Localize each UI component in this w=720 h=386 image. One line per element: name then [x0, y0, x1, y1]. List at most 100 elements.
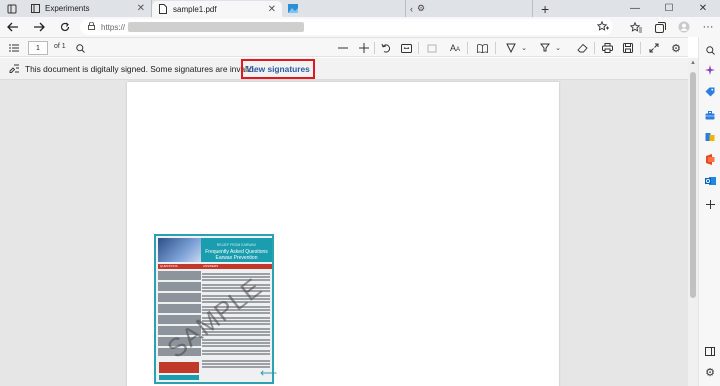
brochure-questions-header: QUESTIONS: [158, 264, 201, 269]
settings-gear-icon[interactable]: ⚙: [668, 40, 684, 56]
rotate-icon[interactable]: [378, 40, 394, 56]
search-icon[interactable]: [704, 44, 716, 56]
outlook-icon[interactable]: [704, 175, 716, 187]
tab-label: sample1.pdf: [173, 4, 217, 14]
chevron-down-icon[interactable]: ⌄: [550, 40, 566, 56]
brochure-image: RELIEF FROM EARWAX Frequently Asked Ques…: [154, 234, 274, 384]
toolbar-divider: [467, 42, 468, 54]
hide-sidebar-icon[interactable]: [704, 345, 716, 357]
tab-strip: Experiments ✕ sample1.pdf ✕ ‹ ⚙ + — ☐ ✕: [0, 0, 720, 17]
tab-actions-button[interactable]: [0, 0, 24, 17]
collections-icon[interactable]: [648, 21, 672, 33]
forward-button[interactable]: [26, 17, 52, 37]
scroll-up-icon[interactable]: ▲: [690, 60, 696, 66]
maximize-icon[interactable]: ☐: [652, 3, 686, 14]
brochure-answer-line: [202, 360, 270, 362]
tab-actions-icon: [7, 4, 17, 13]
tab-label: Experiments: [45, 4, 90, 13]
refresh-icon: [60, 22, 70, 32]
brochure-answer-line: [202, 363, 270, 365]
pdf-toolbar: 1 of 1 AA ⌄ ⌄ ⚙: [0, 37, 688, 57]
zoom-out-icon[interactable]: [335, 40, 351, 56]
pdf-viewport: RELIEF FROM EARWAX Frequently Asked Ques…: [0, 80, 688, 386]
brochure-title: RELIEF FROM EARWAX Frequently Asked Ques…: [201, 238, 272, 262]
gear-icon[interactable]: ⚙: [417, 3, 425, 14]
image-icon: [288, 4, 298, 14]
window-controls: — ☐ ✕: [618, 0, 720, 17]
toolbar-divider: [495, 42, 496, 54]
brochure-question-row: [158, 293, 201, 302]
tab-image[interactable]: [282, 0, 406, 17]
close-tab-icon[interactable]: ✕: [268, 4, 276, 15]
contents-icon[interactable]: [6, 40, 22, 56]
page-number-input[interactable]: 1: [28, 41, 48, 55]
tab-spacer: [429, 0, 534, 17]
close-tab-icon[interactable]: ✕: [137, 3, 145, 14]
signature-icon: [9, 63, 20, 76]
tab-experiments[interactable]: Experiments ✕: [24, 0, 152, 17]
arrow-left-icon: [7, 22, 18, 32]
more-options-icon[interactable]: ···: [696, 21, 720, 33]
fit-page-icon[interactable]: [398, 40, 414, 56]
new-tab-button[interactable]: +: [533, 0, 557, 17]
plus-icon: +: [540, 0, 550, 17]
eraser-icon[interactable]: [574, 40, 590, 56]
copilot-sparkle-icon[interactable]: [704, 64, 716, 76]
brochure-answer-line: [202, 345, 270, 347]
favorite-add-icon[interactable]: [596, 20, 609, 35]
vertical-scrollbar[interactable]: ▲: [688, 58, 698, 386]
brochure-question-row: [158, 271, 201, 280]
fullscreen-icon[interactable]: [646, 40, 662, 56]
brochure-answer-line: [202, 353, 270, 355]
sidebar-settings-icon[interactable]: ⚙: [704, 366, 716, 379]
office-icon[interactable]: [704, 153, 716, 165]
chevron-down-icon[interactable]: ⌄: [516, 40, 532, 56]
shopping-tag-icon[interactable]: [704, 86, 716, 98]
address-bar-row: https:// ···: [0, 17, 720, 37]
read-aloud-disabled-icon: [424, 40, 440, 56]
brochure-footer-bar: [159, 375, 199, 380]
pdf-page: RELIEF FROM EARWAX Frequently Asked Ques…: [127, 82, 559, 386]
toolbar-divider: [418, 42, 419, 54]
back-button[interactable]: [0, 17, 26, 37]
page-count: of 1: [54, 43, 66, 50]
lock-icon: [88, 21, 95, 33]
favorites-icon[interactable]: [624, 21, 648, 33]
brochure-question-row: [158, 282, 201, 291]
page-view-icon[interactable]: [474, 40, 490, 56]
zoom-in-icon[interactable]: [356, 40, 372, 56]
signature-notification-bar: This document is digitally signed. Some …: [0, 58, 688, 80]
experiments-icon: [30, 4, 40, 14]
close-window-icon[interactable]: ✕: [686, 3, 720, 14]
minimize-icon[interactable]: —: [618, 3, 652, 14]
toolbar-divider: [374, 42, 375, 54]
tools-briefcase-icon[interactable]: [704, 109, 716, 121]
url-text: https://: [101, 22, 126, 32]
search-icon[interactable]: [72, 40, 88, 56]
brochure-question-row: [158, 304, 201, 313]
view-signatures-link[interactable]: View signatures: [241, 59, 315, 79]
url-redacted: [128, 22, 305, 32]
tab-scroll-controls: ‹ ⚙: [406, 0, 429, 17]
document-icon: [158, 4, 168, 14]
arrow-left-icon: ⟵: [260, 366, 278, 380]
brochure-answer-line: [202, 350, 270, 352]
profile-avatar-icon[interactable]: [672, 21, 696, 33]
scrollbar-thumb[interactable]: [690, 72, 696, 298]
arrow-right-icon: [34, 22, 45, 32]
tab-sample-pdf[interactable]: sample1.pdf ✕: [152, 1, 282, 17]
edge-sidebar: ⚙: [698, 37, 720, 386]
text-options-icon[interactable]: AA: [447, 40, 463, 56]
brochure-answer-line: [202, 342, 270, 344]
browser-toolbar-icons: ···: [624, 17, 720, 37]
add-sidebar-app-icon[interactable]: [704, 198, 716, 210]
address-field[interactable]: https://: [80, 19, 613, 35]
games-icon[interactable]: [704, 131, 716, 143]
refresh-button[interactable]: [52, 17, 78, 37]
brochure-photo: [158, 238, 201, 262]
toolbar-divider: [594, 42, 595, 54]
print-icon[interactable]: [599, 40, 615, 56]
chevron-left-icon[interactable]: ‹: [410, 4, 413, 14]
save-icon[interactable]: [620, 40, 636, 56]
signature-message: This document is digitally signed. Some …: [25, 64, 256, 74]
